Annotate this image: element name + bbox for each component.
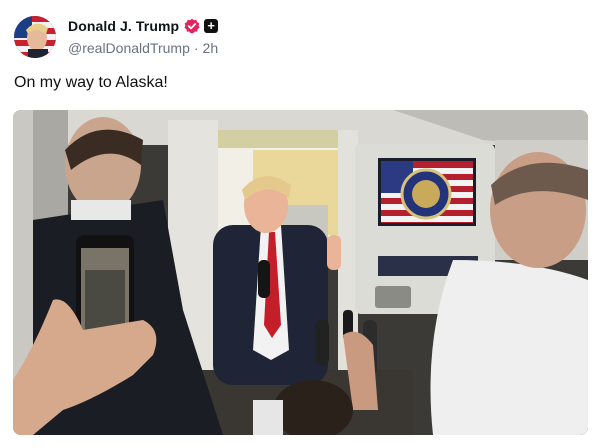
post-card: Donald J. Trump + @realDonaldTrump · 2h … [0, 0, 602, 448]
post-text: On my way to Alaska! [14, 74, 168, 91]
verified-badge-icon [184, 18, 200, 34]
handle-row: @realDonaldTrump · 2h [68, 40, 218, 56]
author-handle[interactable]: @realDonaldTrump [68, 40, 190, 56]
post-header: Donald J. Trump + @realDonaldTrump · 2h [14, 12, 219, 60]
author-names: Donald J. Trump + @realDonaldTrump · 2h [68, 16, 219, 56]
author-display-name[interactable]: Donald J. Trump [68, 18, 179, 34]
post-media-image[interactable] [13, 110, 588, 435]
name-row: Donald J. Trump + [68, 16, 219, 36]
post-timestamp[interactable]: 2h [203, 40, 219, 56]
avatar[interactable] [14, 16, 56, 58]
separator-dot: · [193, 40, 199, 56]
plus-badge-icon: + [204, 19, 219, 33]
